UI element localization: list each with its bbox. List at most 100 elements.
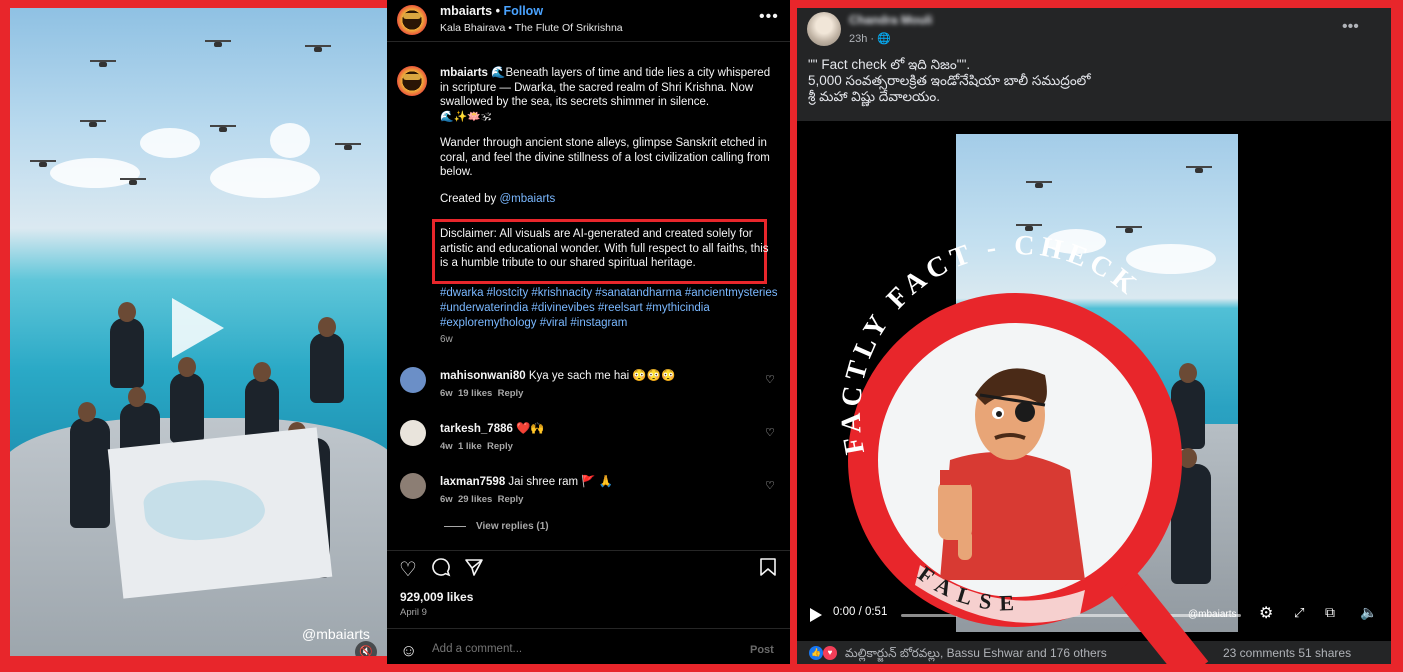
comment-avatar[interactable] — [400, 367, 426, 393]
comment-likes[interactable]: 29 likes — [458, 494, 492, 505]
caption-username[interactable]: mbaiarts — [440, 67, 488, 79]
fb-post-time[interactable]: 23h · 🌐 — [849, 32, 891, 45]
likes-count[interactable]: 929,009 likes — [400, 590, 473, 604]
comment-username[interactable]: laxman7598 — [440, 476, 505, 488]
comment-body: tarkesh_7886 ❤️🙌 — [440, 421, 545, 435]
mute-icon[interactable]: 🔇 — [355, 641, 377, 656]
follow-button[interactable]: Follow — [503, 4, 543, 18]
fb-timecode: 0:00 / 0:51 — [833, 606, 888, 618]
hashtags[interactable]: #dwarka #lostcity #krishnacity #sanatand… — [440, 286, 780, 331]
add-comment-input[interactable] — [432, 643, 586, 655]
instagram-reel-video[interactable]: @mbaiarts 🔇 — [10, 8, 387, 656]
post-comment-button[interactable]: Post — [750, 644, 774, 656]
cloud — [270, 123, 310, 158]
fb-video-player[interactable]: @mbaiarts 0:00 / 0:51 ⚙ ⤢ ⧉ 🔈 — [797, 121, 1391, 641]
caption-avatar[interactable] — [397, 66, 427, 96]
comment-username[interactable]: tarkesh_7886 — [440, 423, 513, 435]
view-replies-button[interactable]: View replies (1) — [444, 521, 549, 532]
disclaimer-text: Disclaimer: All visuals are AI-generated… — [440, 228, 769, 269]
fullscreen-icon[interactable]: ⤢ — [1294, 605, 1304, 621]
fb-reactions-bar: 👍 ♥ మల్లికార్జున్ బోరవల్లు, Bassu Eshwar… — [797, 641, 1391, 664]
fb-play-icon[interactable] — [810, 608, 822, 622]
comment-text: Jai shree ram 🚩 🙏 — [508, 476, 614, 488]
drone — [305, 43, 331, 55]
emoji-icon[interactable]: ☺ — [400, 641, 417, 661]
comment-likes[interactable]: 1 like — [458, 441, 482, 452]
header-username[interactable]: mbaiarts — [440, 4, 492, 18]
add-comment-bar: ☺ Post — [387, 628, 790, 664]
comment-age: 6w — [440, 494, 453, 505]
share-send-svg — [465, 559, 483, 576]
share-send-icon[interactable] — [464, 557, 484, 583]
diver — [1056, 358, 1090, 444]
caption: mbaiarts 🌊Beneath layers of time and tid… — [440, 66, 780, 218]
audio-track[interactable]: Kala Bhairava • The Flute Of Srikrishna — [440, 22, 623, 34]
diver — [1171, 363, 1205, 449]
fb-author-name[interactable]: Chandra Mouli — [849, 13, 932, 27]
comment-body: laxman7598 Jai shree ram 🚩 🙏 — [440, 474, 613, 488]
fb-author-avatar[interactable] — [807, 12, 841, 46]
bookmark-icon[interactable] — [759, 557, 777, 583]
more-options-icon[interactable]: ••• — [759, 8, 779, 26]
created-by-label: Created by — [440, 192, 497, 205]
fb-more-options-icon[interactable]: ••• — [1342, 18, 1359, 36]
cloud — [140, 128, 200, 158]
caption-emojis: 🌊✨🪷🕉 — [440, 110, 491, 123]
author-avatar[interactable] — [397, 5, 427, 35]
love-reaction-icon[interactable]: ♥ — [823, 646, 837, 660]
heart-icon[interactable]: ♡ — [765, 426, 775, 439]
reply-button[interactable]: Reply — [487, 441, 513, 452]
comment-avatar[interactable] — [400, 420, 426, 446]
diver — [1171, 448, 1211, 584]
play-icon[interactable] — [172, 298, 224, 358]
nautical-map — [107, 427, 333, 599]
instagram-post-panel: mbaiarts • Follow Kala Bhairava • The Fl… — [387, 0, 790, 664]
drone — [1016, 222, 1042, 234]
post-header: mbaiarts • Follow Kala Bhairava • The Fl… — [387, 0, 790, 42]
fb-progress-track[interactable] — [901, 614, 1241, 617]
settings-gear-icon[interactable]: ⚙ — [1259, 603, 1273, 623]
comment-bubble-icon[interactable] — [431, 557, 451, 583]
diver — [170, 357, 204, 443]
like-heart-icon[interactable]: ♡ — [399, 557, 417, 582]
comment-bubble-svg — [432, 558, 451, 577]
post-date: April 9 — [400, 607, 427, 618]
bookmark-svg — [760, 558, 776, 576]
reply-button[interactable]: Reply — [498, 494, 524, 505]
reply-button[interactable]: Reply — [498, 388, 524, 399]
created-by-mention[interactable]: @mbaiarts — [499, 193, 555, 205]
facebook-post-header: Chandra Mouli 23h · 🌐 ••• "" Fact check … — [797, 8, 1391, 121]
comment-text: Kya ye sach me hai 😳😳😳 — [528, 370, 676, 382]
picture-in-picture-icon[interactable]: ⧉ — [1325, 604, 1335, 621]
drone — [210, 123, 236, 135]
diver — [110, 302, 144, 388]
comment-likes[interactable]: 19 likes — [458, 388, 492, 399]
comment-avatar[interactable] — [400, 473, 426, 499]
fb-likers[interactable]: మల్లికార్జున్ బోరవల్లు, Bassu Eshwar and… — [845, 646, 1107, 663]
drone — [1026, 179, 1052, 191]
drone — [335, 141, 361, 153]
comment-meta: 6w 29 likes Reply — [440, 494, 523, 505]
drone — [1186, 164, 1212, 176]
heart-icon[interactable]: ♡ — [765, 479, 775, 492]
volume-muted-icon[interactable]: 🔈 — [1360, 604, 1377, 621]
drone — [205, 38, 231, 50]
drone — [30, 158, 56, 170]
fb-post-text-line-1: "" Fact check లో ఇది నిజం"". — [808, 57, 971, 72]
caption-paragraph-1: 🌊Beneath layers of time and tide lies a … — [440, 67, 771, 108]
caption-age: 6w — [440, 334, 453, 345]
heart-icon[interactable]: ♡ — [765, 373, 775, 386]
fb-video-controls: 0:00 / 0:51 ⚙ ⤢ ⧉ 🔈 — [797, 595, 1391, 641]
comment: tarkesh_7886 ❤️🙌 4w 1 like Reply ♡ — [387, 420, 790, 470]
diver — [976, 438, 1016, 564]
action-bar: ♡ 929,009 likes April 9 — [387, 550, 790, 640]
comment-username[interactable]: mahisonwani80 — [440, 370, 526, 382]
like-reaction-icon[interactable]: 👍 — [809, 646, 823, 660]
drone — [120, 176, 146, 188]
header-separator: • — [495, 4, 500, 18]
drone — [80, 118, 106, 130]
fb-comments-shares[interactable]: 23 comments 51 shares — [1223, 646, 1351, 660]
comment: mahisonwani80 Kya ye sach me hai 😳😳😳 6w … — [387, 367, 790, 417]
fb-video-frame: @mbaiarts — [956, 134, 1238, 632]
diver — [310, 317, 344, 403]
